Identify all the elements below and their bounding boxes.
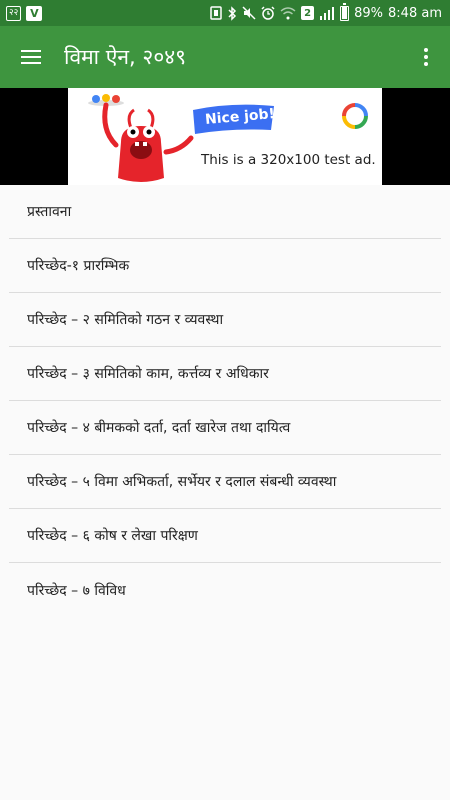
more-vert-icon <box>424 48 428 52</box>
bluetooth-icon <box>227 5 237 21</box>
sim-indicator-icon: 2 <box>301 6 315 20</box>
alarm-icon <box>261 6 275 20</box>
ad-text: This is a 320x100 test ad. <box>201 152 376 168</box>
list-item[interactable]: परिच्छेद – ४ बीमकको दर्ता, दर्ता खारेज त… <box>9 401 441 455</box>
chapter-list: प्रस्तावना परिच्छेद-१ प्रारम्भिक परिच्छे… <box>0 185 450 617</box>
list-item[interactable]: परिच्छेद – ३ समितिको काम, कर्त्तव्य र अध… <box>9 347 441 401</box>
notification-icon: २२ <box>6 5 22 21</box>
hamburger-icon <box>21 50 41 64</box>
status-bar: २२ V 2 89% 8:48 am <box>0 0 450 26</box>
list-item[interactable]: परिच्छेद-१ प्रारम्भिक <box>9 239 441 293</box>
battery-icon <box>340 2 350 21</box>
list-item[interactable]: परिच्छेद – ५ विमा अभिकर्ता, सर्भेयर र दल… <box>9 455 441 509</box>
mute-icon <box>242 6 256 20</box>
app-screen: { "status_bar": { "left_icon_1": "२२", "… <box>0 0 450 800</box>
list-item[interactable]: परिच्छेद – ६ कोष र लेखा परिक्षण <box>9 509 441 563</box>
list-item[interactable]: परिच्छेद – ७ विविध <box>9 563 441 617</box>
app-toolbar: विमा ऐन, २०४९ <box>0 26 450 88</box>
app-notification-icon: V <box>26 5 43 21</box>
wifi-icon <box>280 6 296 20</box>
page-title: विमा ऐन, २०४९ <box>64 45 187 69</box>
clock: 8:48 am <box>388 5 442 21</box>
ad-logo-icon <box>342 103 368 129</box>
overflow-menu-button[interactable] <box>402 26 450 88</box>
ad-banner-container: Nice job! This is a 320x100 test ad. <box>0 88 450 185</box>
signal-icon <box>319 6 335 20</box>
list-item[interactable]: प्रस्तावना <box>9 185 441 239</box>
monster-illustration-icon <box>88 94 194 182</box>
nfc-icon <box>210 6 222 20</box>
ad-banner[interactable]: Nice job! This is a 320x100 test ad. <box>68 88 382 185</box>
list-item[interactable]: परिच्छेद – २ समितिको गठन र व्यवस्था <box>9 293 441 347</box>
battery-percent: 89% <box>354 5 384 21</box>
navigation-menu-button[interactable] <box>0 26 62 88</box>
